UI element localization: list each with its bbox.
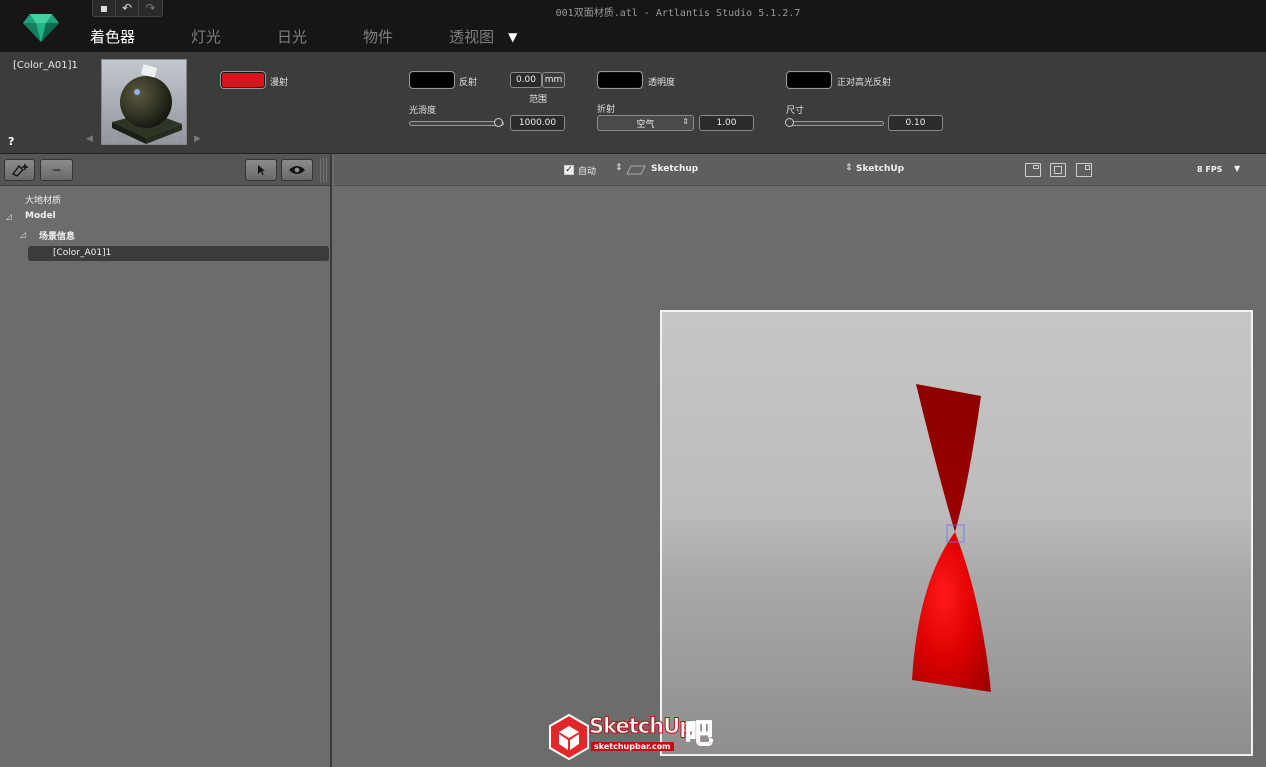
watermark-brand: SketchUp bbox=[588, 714, 694, 739]
diffuse-label: 漫射 bbox=[270, 78, 289, 88]
navigator-icon[interactable] bbox=[1050, 163, 1066, 177]
size-slider-handle[interactable] bbox=[785, 118, 794, 127]
tree-item-model[interactable]: Model bbox=[25, 211, 56, 221]
camera-plane-icon bbox=[626, 165, 646, 175]
top-menu-bar: ▪ ↶ ↷ 001双面材质.atl - Artlantis Studio 5.1… bbox=[0, 0, 1266, 52]
range-unit[interactable]: mm bbox=[542, 72, 565, 88]
tab-sun[interactable]: 日光 bbox=[277, 26, 307, 47]
tree-item-scene-info[interactable]: 场景信息 bbox=[39, 229, 75, 242]
select-arrows-icon[interactable]: ⇕ bbox=[615, 163, 623, 173]
preview-window-icon[interactable] bbox=[1076, 163, 1092, 177]
help-icon[interactable]: ? bbox=[8, 135, 14, 148]
gloss-label: 光滑度 bbox=[409, 106, 437, 116]
fps-dropdown-icon[interactable]: ▼ bbox=[1234, 164, 1240, 173]
tab-perspectives[interactable]: 透视图 bbox=[449, 26, 494, 47]
render-preview[interactable] bbox=[660, 310, 1253, 756]
remove-shader-button[interactable]: − bbox=[40, 159, 73, 181]
transparency-label: 透明度 bbox=[648, 78, 676, 88]
material-sphere-icon bbox=[102, 60, 186, 144]
refraction-label: 折射 bbox=[597, 105, 616, 115]
tree-expand-icon[interactable]: ◿ bbox=[6, 212, 12, 221]
main-tabs: 着色器 灯光 日光 物件 透视图 ▼ bbox=[90, 26, 517, 47]
specular-color-swatch[interactable] bbox=[786, 71, 832, 89]
watermark-url: sketchupbar.com bbox=[591, 742, 674, 751]
refraction-medium-value: 空气 bbox=[636, 119, 655, 130]
size-slider[interactable] bbox=[785, 118, 884, 127]
viewport-toolbar: ✓ 自动 ⇕ Sketchup ⇕ SketchUp 8 FPS ▼ bbox=[334, 154, 1266, 186]
tab-lights[interactable]: 灯光 bbox=[191, 26, 221, 47]
select-tool-button[interactable] bbox=[245, 159, 277, 181]
auto-checkbox[interactable]: ✓ bbox=[564, 165, 574, 175]
preview-prev-icon[interactable]: ◀ bbox=[86, 134, 93, 144]
tabs-dropdown-icon[interactable]: ▼ bbox=[508, 30, 517, 44]
list-toolbar: − bbox=[0, 154, 330, 186]
panel-resize-grip[interactable] bbox=[320, 158, 328, 182]
gloss-slider-handle[interactable] bbox=[494, 118, 503, 127]
reflection-label: 反射 bbox=[459, 78, 478, 88]
scene-source-select[interactable]: SketchUp bbox=[856, 164, 904, 174]
shader-parameters-panel: [Color_A01]1 ? ◀ ▶ 漫射 反射 0.00 mm 范围 光滑度 … bbox=[0, 52, 1266, 154]
fps-select[interactable]: 8 FPS bbox=[1197, 165, 1222, 174]
material-preview[interactable] bbox=[101, 59, 187, 145]
select-arrows-icon: ⇕ bbox=[682, 117, 689, 126]
tree-item-material[interactable]: [Color_A01]1 bbox=[53, 248, 111, 258]
size-input[interactable]: 0.10 bbox=[888, 115, 943, 131]
add-shader-icon bbox=[11, 164, 28, 177]
transparency-color-swatch[interactable] bbox=[597, 71, 643, 89]
gloss-slider[interactable] bbox=[409, 118, 504, 127]
camera-source-select[interactable]: Sketchup bbox=[651, 164, 698, 174]
refraction-input[interactable]: 1.00 bbox=[699, 115, 754, 131]
sketchupbar-watermark: SketchUp 吧 sketchupbar.com bbox=[549, 712, 719, 762]
tab-shaders[interactable]: 着色器 bbox=[90, 26, 135, 47]
window-title: 001双面材质.atl - Artlantis Studio 5.1.2.7 bbox=[555, 8, 801, 19]
material-name: [Color_A01]1 bbox=[13, 60, 78, 71]
tree-item-ground-material[interactable]: 大地材质 bbox=[25, 193, 61, 206]
size-label: 尺寸 bbox=[786, 106, 805, 116]
select-arrows-icon[interactable]: ⇕ bbox=[845, 163, 853, 173]
double-sided-surface-icon bbox=[912, 384, 991, 692]
range-input[interactable]: 0.00 bbox=[510, 72, 542, 88]
window-layout-icon[interactable] bbox=[1025, 163, 1041, 177]
refraction-medium-select[interactable]: 空气 ⇕ bbox=[597, 115, 694, 131]
tab-objects[interactable]: 物件 bbox=[363, 26, 393, 47]
visibility-button[interactable] bbox=[281, 159, 313, 181]
add-shader-button[interactable] bbox=[4, 159, 35, 181]
range-label: 范围 bbox=[529, 95, 548, 105]
sketchup-logo-icon bbox=[549, 714, 589, 760]
reflection-color-swatch[interactable] bbox=[409, 71, 455, 89]
diffuse-color-swatch[interactable] bbox=[220, 71, 266, 89]
specular-label: 正对高光反射 bbox=[837, 78, 892, 88]
eye-icon bbox=[289, 166, 305, 174]
shader-list-panel: − 大地材质 ◿ Model ◿ 场景信息 [Color_A01]1 bbox=[0, 154, 332, 767]
preview-next-icon[interactable]: ▶ bbox=[194, 134, 201, 144]
cursor-icon bbox=[258, 165, 265, 175]
auto-label: 自动 bbox=[578, 167, 597, 177]
tree-expand-icon[interactable]: ◿ bbox=[20, 230, 26, 239]
gloss-input[interactable]: 1000.00 bbox=[510, 115, 565, 131]
watermark-suffix: 吧 bbox=[684, 717, 714, 751]
